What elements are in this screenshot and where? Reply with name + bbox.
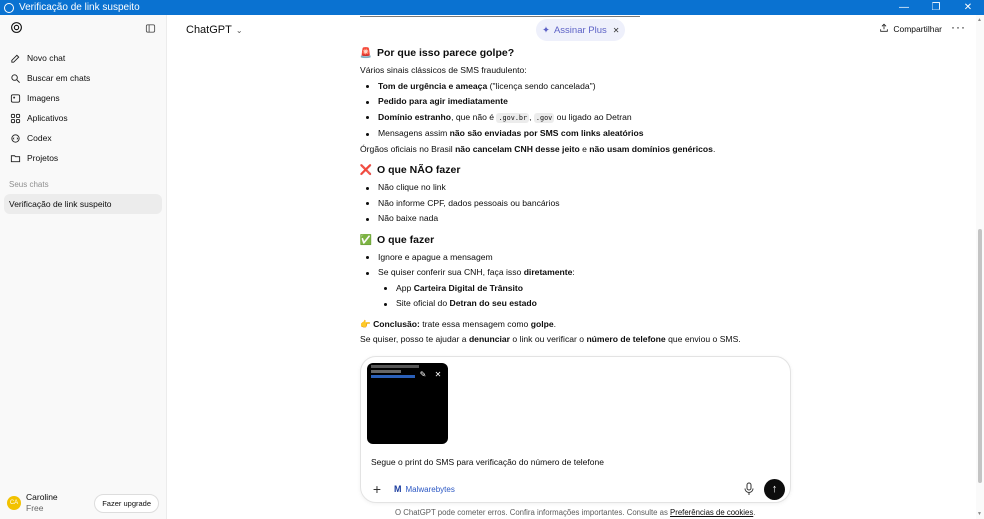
scrollbar[interactable]: ▲ ▼ — [976, 15, 984, 519]
model-name: ChatGPT — [186, 24, 232, 36]
list-item: Não baixe nada — [360, 211, 780, 227]
openai-logo-icon[interactable] — [10, 21, 23, 39]
sidebar-item-label: Projetos — [27, 153, 59, 163]
list-item: Mensagens assim não são enviadas por SMS… — [360, 126, 780, 142]
malwarebytes-tool-chip[interactable]: M Malwarebytes — [394, 484, 455, 494]
add-attachment-button[interactable]: + — [369, 481, 385, 497]
folder-icon — [9, 152, 21, 164]
minimize-button[interactable]: — — [888, 0, 920, 15]
bullet-list: Tom de urgência e ameaça ("licença sendo… — [360, 79, 780, 142]
share-button[interactable]: Compartilhar — [879, 23, 942, 35]
main-header: ChatGPT ⌄ ✦ Assinar Plus ✕ Compartilhar … — [167, 15, 984, 45]
share-label: Compartilhar — [893, 24, 942, 34]
paragraph: Órgãos oficiais no Brasil não cancelam C… — [360, 143, 716, 154]
list-item: Não clique no link — [360, 180, 780, 196]
tool-label: Malwarebytes — [405, 484, 455, 494]
message-composer: ✎ ✕ Segue o print do SMS para verificaçã… — [360, 356, 791, 503]
scroll-down-icon[interactable]: ▼ — [977, 511, 982, 517]
microphone-icon[interactable] — [743, 482, 755, 496]
user-plan: Free — [26, 503, 44, 513]
section-heading-why-scam: 🚨 Por que isso parece golpe? — [359, 47, 515, 60]
section-heading-dont: ❌ O que NÃO fazer — [359, 164, 461, 177]
upgrade-button[interactable]: Fazer upgrade — [94, 493, 159, 513]
sparkle-icon: ✦ — [542, 24, 550, 36]
codex-icon — [9, 132, 21, 144]
close-window-button[interactable]: ✕ — [952, 0, 984, 15]
prompt-input[interactable]: Segue o print do SMS para verificação do… — [371, 457, 604, 467]
edit-attachment-icon[interactable]: ✎ — [417, 369, 429, 381]
list-item: Tom de urgência e ameaça ("licença sendo… — [360, 79, 780, 95]
send-button[interactable]: ↑ — [764, 479, 785, 500]
maximize-button[interactable]: ❐ — [920, 0, 952, 15]
image-icon — [9, 92, 21, 104]
user-menu[interactable]: CA Caroline Free Fazer upgrade — [0, 487, 166, 519]
list-item: Não informe CPF, dados pessoais ou bancá… — [360, 196, 780, 212]
subscribe-plus-button[interactable]: ✦ Assinar Plus ✕ — [536, 19, 626, 41]
sidebar-item-codex[interactable]: Codex — [4, 128, 162, 148]
pointing-hand-emoji-icon: 👉 — [360, 318, 371, 329]
sidebar-item-projects[interactable]: Projetos — [4, 148, 162, 168]
list-item: Se quiser conferir sua CNH, faça isso di… — [360, 265, 780, 281]
section-heading-do: ✅ O que fazer — [359, 233, 435, 246]
siren-emoji-icon: 🚨 — [359, 48, 373, 60]
share-icon — [879, 23, 889, 35]
chatgpt-app-icon — [4, 2, 14, 13]
thumbnail-text-line — [371, 370, 401, 373]
scrollbar-thumb[interactable] — [978, 229, 982, 483]
thumbnail-link-line — [371, 375, 415, 378]
sidebar-item-images[interactable]: Imagens — [4, 88, 162, 108]
list-item: Pedido para agir imediatamente — [360, 94, 780, 110]
user-name: Caroline — [26, 492, 58, 502]
toggle-sidebar-icon[interactable] — [145, 21, 156, 39]
chevron-down-icon: ⌄ — [235, 25, 243, 35]
paragraph: Vários sinais clássicos de SMS fraudulen… — [360, 65, 527, 75]
scroll-up-icon[interactable]: ▲ — [977, 17, 982, 23]
malwarebytes-icon: M — [394, 484, 402, 494]
bullet-list: Ignore e apague a mensagem Se quiser con… — [360, 250, 780, 281]
cross-mark-emoji-icon: ❌ — [359, 165, 373, 177]
sidebar-item-label: Imagens — [27, 93, 60, 103]
list-item: Site oficial do Detran do seu estado — [360, 296, 780, 312]
sidebar-item-label: Codex — [27, 133, 52, 143]
nested-bullet-list: App Carteira Digital de Trânsito Site of… — [360, 281, 780, 312]
list-item: Ignore e apague a mensagem — [360, 250, 780, 266]
thumbnail-text-line — [371, 365, 419, 368]
sidebar-item-label: Aplicativos — [27, 113, 68, 123]
assistant-message: 🚨 Por que isso parece golpe? Vários sina… — [360, 45, 780, 348]
cookie-preferences-link[interactable]: Preferências de cookies — [670, 508, 753, 517]
sidebar-item-apps[interactable]: Aplicativos — [4, 108, 162, 128]
offer-paragraph: Se quiser, posso te ajudar a denunciar o… — [360, 334, 741, 344]
chat-list-item-active[interactable]: Verificação de link suspeito — [4, 194, 162, 214]
remove-attachment-icon[interactable]: ✕ — [432, 369, 444, 381]
check-mark-emoji-icon: ✅ — [359, 234, 373, 246]
sidebar-item-label: Novo chat — [27, 53, 66, 63]
dismiss-plus-icon[interactable]: ✕ — [613, 26, 620, 35]
search-icon — [9, 72, 21, 84]
apps-icon — [9, 112, 21, 124]
sidebar-item-new-chat[interactable]: Novo chat — [4, 48, 162, 68]
more-options-icon[interactable]: ··· — [951, 20, 966, 34]
edit-icon — [9, 52, 21, 64]
window-title: Verificação de link suspeito — [19, 2, 140, 13]
conclusion-paragraph: 👉 Conclusão: trate essa mensagem como go… — [360, 318, 557, 329]
sidebar-item-label: Buscar em chats — [27, 73, 91, 83]
list-item: App Carteira Digital de Trânsito — [360, 281, 780, 297]
list-item: Domínio estranho, que não é .gov.br, .go… — [360, 110, 780, 127]
plus-label: Assinar Plus — [553, 24, 607, 36]
sidebar: Novo chat Buscar em chats Imagens Aplica… — [0, 15, 167, 519]
sidebar-item-search[interactable]: Buscar em chats — [4, 68, 162, 88]
bullet-list: Não clique no link Não informe CPF, dado… — [360, 180, 780, 227]
section-label-your-chats: Seus chats — [9, 180, 49, 189]
avatar: CA — [7, 496, 21, 510]
attachment-thumbnail[interactable]: ✎ ✕ — [367, 363, 448, 444]
window-titlebar: Verificação de link suspeito — ❐ ✕ — [0, 0, 984, 15]
model-selector[interactable]: ChatGPT ⌄ — [186, 24, 243, 36]
footer-disclaimer: O ChatGPT pode cometer erros. Confira in… — [395, 508, 756, 517]
